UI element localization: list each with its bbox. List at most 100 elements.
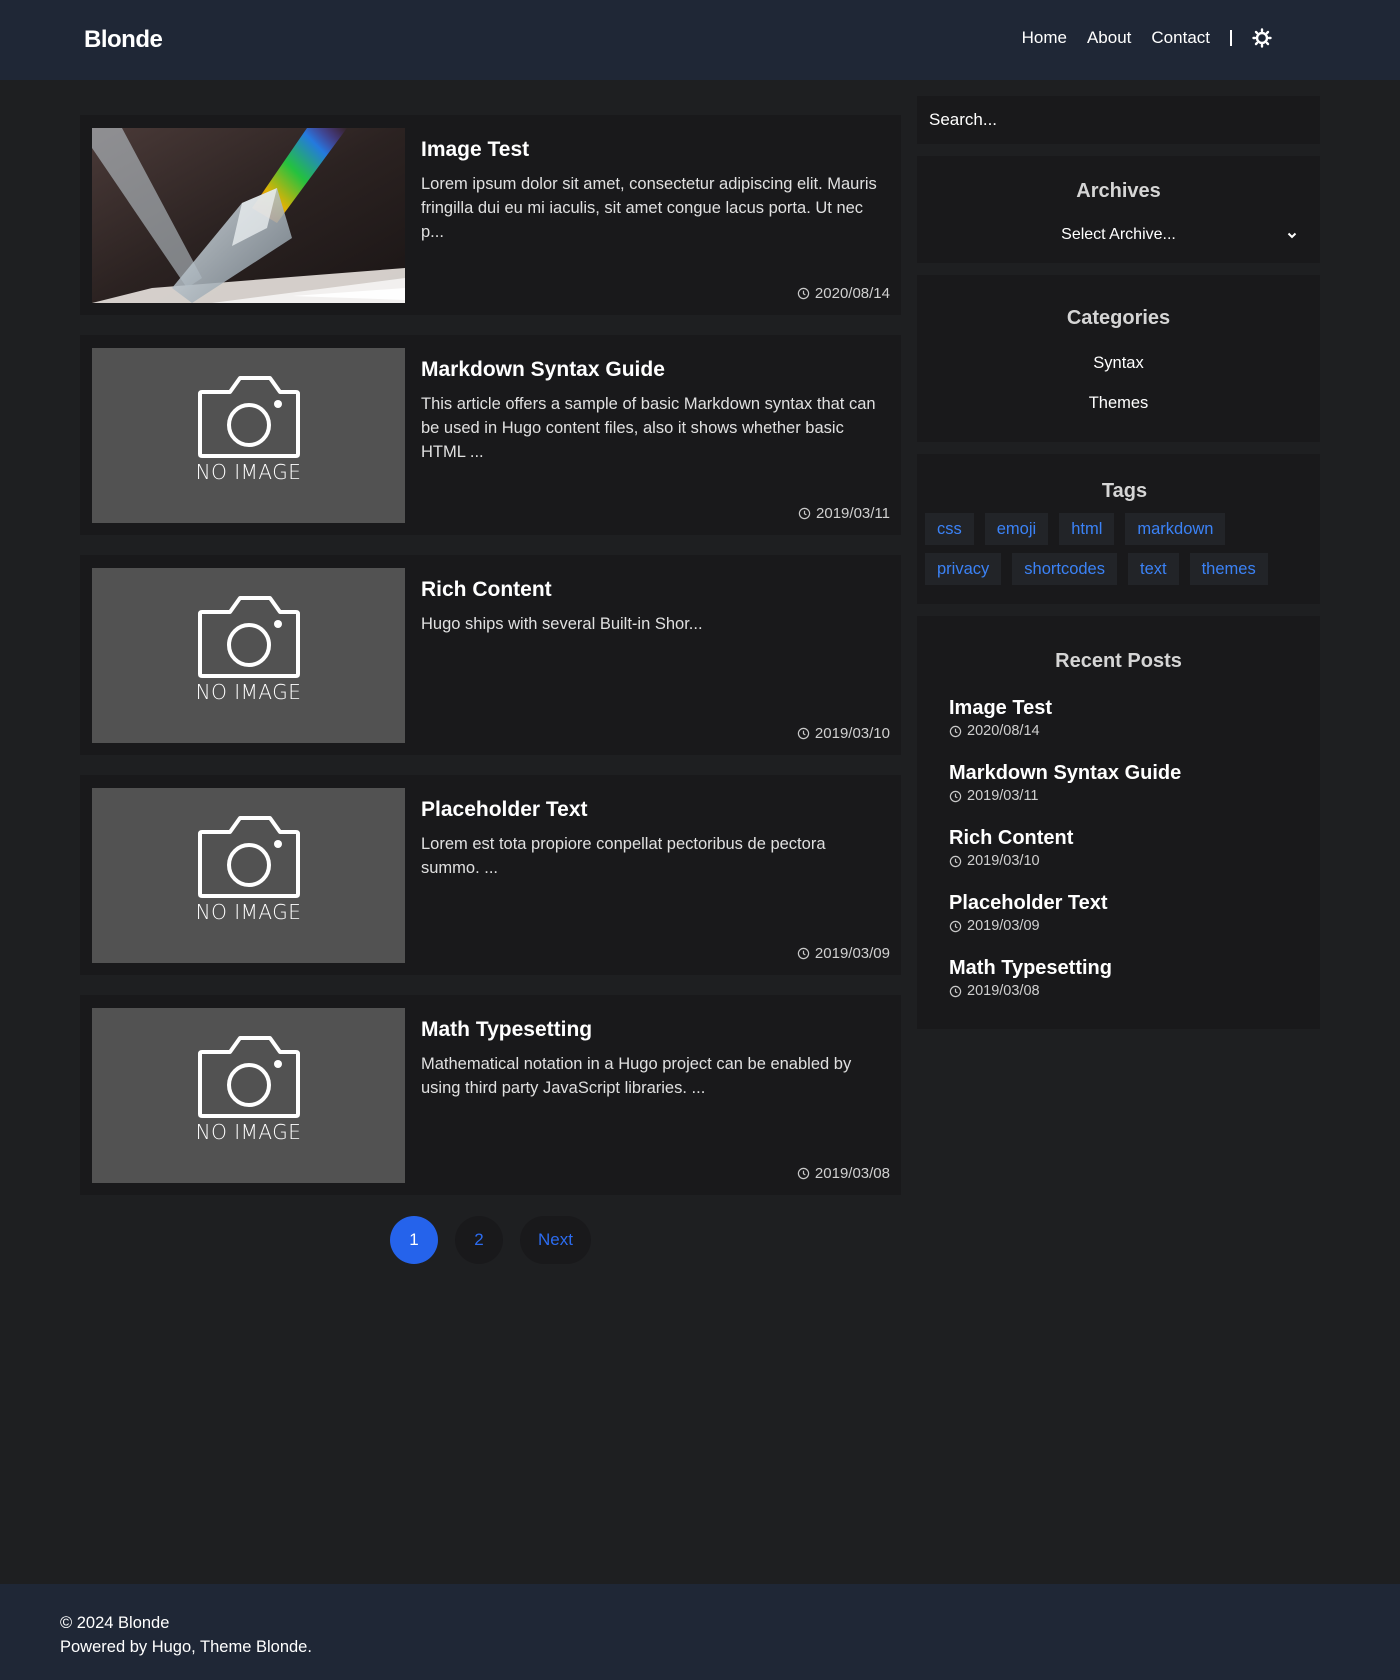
sidebar: Search... Archives Select Archive... Cat…	[917, 96, 1320, 1041]
tag-css[interactable]: css	[925, 513, 974, 545]
camera-icon	[198, 376, 300, 458]
recent-post-item[interactable]: Placeholder Text 2019/03/09	[949, 892, 1108, 934]
recent-post-title[interactable]: Image Test	[949, 697, 1052, 720]
camera-icon	[198, 816, 300, 898]
archives-title: Archives	[1076, 180, 1161, 202]
recent-post-date: 2019/03/08	[949, 983, 1112, 999]
sun-icon[interactable]	[1252, 28, 1272, 48]
post-excerpt: This article offers a sample of basic Ma…	[421, 395, 876, 461]
clock-icon	[797, 947, 810, 960]
post-title[interactable]: Placeholder Text	[421, 798, 588, 822]
recent-post-title[interactable]: Markdown Syntax Guide	[949, 762, 1181, 785]
post-date-text: 2020/08/14	[814, 285, 890, 302]
recent-post-item[interactable]: Markdown Syntax Guide 2019/03/11	[949, 762, 1181, 804]
tag-shortcodes[interactable]: shortcodes	[1012, 553, 1117, 585]
post-date: 2020/08/14	[797, 285, 890, 302]
page-2-button[interactable]: 2	[455, 1216, 503, 1264]
post-date-text: 2019/03/10	[814, 725, 890, 742]
clock-icon	[797, 1167, 810, 1180]
post-thumbnail-prism[interactable]	[92, 128, 405, 303]
tags-widget: Tags css emoji html markdown privacy sho…	[917, 454, 1320, 604]
footer-copyright: © 2024 Blonde	[60, 1614, 170, 1632]
post-title[interactable]: Image Test	[421, 138, 529, 162]
post-card[interactable]: NO IMAGE Rich Content Hugo ships with se…	[80, 555, 901, 755]
no-image-thumbnail[interactable]: NO IMAGE	[92, 568, 405, 743]
post-date: 2019/03/08	[797, 1165, 890, 1182]
post-excerpt: Lorem est tota propiore conpellat pector…	[421, 835, 826, 877]
search-input[interactable]: Search...	[917, 96, 1320, 144]
camera-icon	[198, 596, 300, 678]
site-footer: © 2024 Blonde Powered by Hugo, Theme Blo…	[0, 1584, 1400, 1680]
clock-icon	[949, 725, 962, 737]
post-excerpt: Hugo ships with several Built-in Shor...	[421, 615, 703, 633]
tags-title: Tags	[1101, 480, 1148, 502]
recent-post-title[interactable]: Math Typesetting	[949, 957, 1112, 980]
recent-post-date: 2019/03/11	[949, 788, 1181, 804]
tag-html[interactable]: html	[1059, 513, 1115, 545]
recent-post-date: 2019/03/09	[949, 918, 1108, 934]
archive-select[interactable]: Select Archive...	[917, 226, 1320, 244]
categories-title: Categories	[1066, 307, 1171, 329]
recent-post-date-text: 2019/03/10	[967, 853, 1040, 869]
no-image-label: NO IMAGE	[195, 900, 302, 924]
post-list: Image Test Lorem ipsum dolor sit amet, c…	[80, 115, 901, 1215]
chevron-down-icon[interactable]	[1286, 229, 1298, 241]
page-1-button[interactable]: 1	[390, 1216, 438, 1264]
post-date-text: 2019/03/09	[814, 945, 890, 962]
nav-contact[interactable]: Contact	[1151, 28, 1210, 48]
no-image-thumbnail[interactable]: NO IMAGE	[92, 788, 405, 963]
recent-post-date-text: 2019/03/08	[967, 983, 1040, 999]
nav-home[interactable]: Home	[1022, 28, 1067, 48]
post-date-text: 2019/03/11	[816, 505, 890, 522]
recent-post-date: 2020/08/14	[949, 723, 1052, 739]
tag-privacy[interactable]: privacy	[925, 553, 1002, 585]
post-title[interactable]: Math Typesetting	[421, 1018, 592, 1042]
main-nav: Home About Contact	[1022, 28, 1272, 48]
recent-post-date: 2019/03/10	[949, 853, 1073, 869]
category-syntax[interactable]: Syntax	[917, 354, 1320, 373]
post-date: 2019/03/10	[797, 725, 890, 742]
clock-icon	[798, 507, 811, 520]
archives-widget: Archives Select Archive...	[917, 156, 1320, 263]
post-date: 2019/03/11	[798, 505, 890, 522]
pagination: 1 2 Next	[390, 1216, 591, 1264]
recent-posts-title: Recent Posts	[1055, 650, 1182, 672]
recent-post-item[interactable]: Rich Content 2019/03/10	[949, 827, 1073, 869]
categories-widget: Categories Syntax Themes	[917, 275, 1320, 442]
site-header: Blonde Home About Contact	[0, 0, 1400, 80]
post-date-text: 2019/03/08	[814, 1165, 890, 1182]
clock-icon	[949, 985, 962, 997]
footer-powered-by: Powered by Hugo, Theme Blonde.	[60, 1638, 312, 1656]
recent-post-title[interactable]: Placeholder Text	[949, 892, 1108, 915]
recent-post-date-text: 2019/03/09	[967, 918, 1040, 934]
recent-post-item[interactable]: Image Test 2020/08/14	[949, 697, 1052, 739]
post-title[interactable]: Rich Content	[421, 578, 552, 602]
clock-icon	[797, 727, 810, 740]
nav-about[interactable]: About	[1087, 28, 1131, 48]
nav-divider	[1230, 30, 1232, 46]
tag-markdown[interactable]: markdown	[1125, 513, 1226, 545]
post-card[interactable]: NO IMAGE Markdown Syntax Guide This arti…	[80, 335, 901, 535]
next-page-button[interactable]: Next	[520, 1216, 591, 1264]
search-placeholder: Search...	[929, 110, 998, 129]
post-card[interactable]: Image Test Lorem ipsum dolor sit amet, c…	[80, 115, 901, 315]
recent-post-item[interactable]: Math Typesetting 2019/03/08	[949, 957, 1112, 999]
post-title[interactable]: Markdown Syntax Guide	[421, 358, 665, 382]
tag-emoji[interactable]: emoji	[984, 513, 1049, 545]
no-image-label: NO IMAGE	[195, 680, 302, 704]
tag-text[interactable]: text	[1127, 553, 1179, 585]
post-card[interactable]: NO IMAGE Math Typesetting Mathematical n…	[80, 995, 901, 1195]
clock-icon	[797, 287, 810, 300]
site-brand[interactable]: Blonde	[84, 26, 163, 54]
post-excerpt: Lorem ipsum dolor sit amet, consectetur …	[421, 175, 877, 241]
category-themes[interactable]: Themes	[917, 394, 1320, 413]
no-image-label: NO IMAGE	[195, 1120, 302, 1144]
post-card[interactable]: NO IMAGE Placeholder Text Lorem est tota…	[80, 775, 901, 975]
clock-icon	[949, 855, 962, 867]
tag-themes[interactable]: themes	[1189, 553, 1268, 585]
no-image-thumbnail[interactable]: NO IMAGE	[92, 348, 405, 523]
no-image-label: NO IMAGE	[195, 460, 302, 484]
recent-posts-widget: Recent Posts Image Test 2020/08/14 Markd…	[917, 616, 1320, 1029]
recent-post-title[interactable]: Rich Content	[949, 827, 1073, 850]
no-image-thumbnail[interactable]: NO IMAGE	[92, 1008, 405, 1183]
